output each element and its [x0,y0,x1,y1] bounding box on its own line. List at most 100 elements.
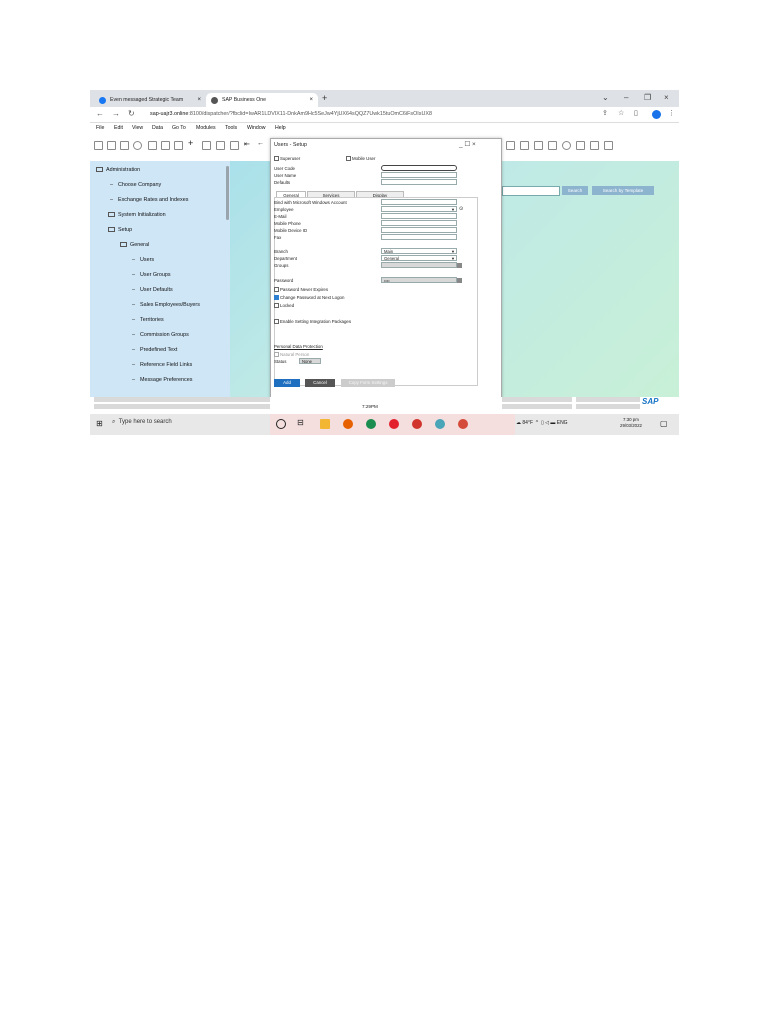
sidebar-item-system-initialization[interactable]: System Initialization [108,212,166,218]
form-settings-icon[interactable] [576,141,585,150]
sidebar-root[interactable]: Administration [96,167,140,173]
user-icon[interactable] [562,141,571,150]
first-record-icon[interactable]: ⇤ [244,140,253,149]
network-icon[interactable]: ▯ [541,420,544,426]
language-indicator[interactable]: ENG [557,420,568,426]
sidebar-item-message-preferences[interactable]: – Message Preferences [132,377,192,383]
mail-icon[interactable] [148,141,157,150]
scrollbar[interactable] [226,166,229,220]
sidebar-item-user-groups[interactable]: – User Groups [132,272,171,278]
sidebar-item-commission-groups[interactable]: – Commission Groups [132,332,189,338]
binoculars-icon[interactable] [216,141,225,150]
user-name-input[interactable] [381,172,457,178]
new-tab-button[interactable]: + [322,93,327,103]
mobile-user-checkbox[interactable] [346,156,351,161]
firefox-icon[interactable] [343,419,353,429]
sidepanel-icon[interactable]: ▯ [634,109,638,117]
sidebar-item-predefined-text[interactable]: – Predefined Text [132,347,177,353]
print-icon[interactable] [107,141,116,150]
mobile-phone-input[interactable] [381,220,457,226]
change-password-checkbox[interactable] [274,295,279,300]
previous-record-icon[interactable]: ← [257,140,266,149]
edge-icon[interactable] [366,419,376,429]
sidebar-item-user-defaults[interactable]: – User Defaults [132,287,173,293]
enable-setting-checkbox[interactable] [274,319,279,324]
url-input[interactable]: sap-uajr3.online:8100/dispatcher/?fbclid… [150,109,432,119]
settings-icon[interactable] [590,141,599,150]
browser-tab-active[interactable]: SAP Business One × [206,93,318,107]
help-icon[interactable] [604,141,613,150]
menu-window[interactable]: Window [247,125,265,131]
minimize-icon[interactable]: – [624,93,628,102]
department-select[interactable]: General ▼ [381,255,457,261]
user-code-input[interactable] [381,165,457,171]
weather-icon[interactable]: ☁ [516,420,521,426]
email-field[interactable] [381,213,457,219]
search-button[interactable]: Search [562,186,588,195]
volume-icon[interactable]: ◁ [545,420,549,426]
status-input[interactable]: None [299,358,321,364]
personal-data-link[interactable]: Personal Data Protection [274,344,323,349]
restore-icon[interactable]: ❐ [644,93,651,102]
excel-icon[interactable] [161,141,170,150]
taskbar-search[interactable]: ⌕ Type here to search [112,419,172,426]
add-icon[interactable]: + [188,138,197,148]
layout-icon[interactable] [506,141,515,150]
superuser-checkbox[interactable] [274,156,279,161]
avatar[interactable] [652,110,661,119]
sidebar-item-general[interactable]: General [120,242,149,248]
password-button[interactable] [457,278,462,283]
menu-help[interactable]: Help [275,125,286,131]
browser-icon[interactable] [133,141,142,150]
app-icon[interactable] [412,419,422,429]
menu-modules[interactable]: Modules [196,125,216,131]
mobile-device-input[interactable] [381,227,457,233]
sidebar-item-exchange-rates[interactable]: – Exchange Rates and Indexes [110,197,188,203]
find-icon[interactable] [202,141,211,150]
employee-select[interactable]: ▼ [381,206,457,212]
task-view-icon[interactable]: ⊟ [297,418,307,428]
locked-checkbox[interactable] [274,303,279,308]
natural-person-checkbox[interactable] [274,352,279,357]
star-icon[interactable]: ☆ [618,109,624,117]
sidebar-item-territories[interactable]: – Territories [132,317,164,323]
sidebar-item-setup[interactable]: Setup [108,227,132,233]
menu-edit[interactable]: Edit [114,125,123,131]
snip-icon[interactable] [435,419,445,429]
opera-icon[interactable] [389,419,399,429]
cortana-icon[interactable] [276,419,286,429]
menu-view[interactable]: View [132,125,143,131]
reload-icon[interactable]: ↻ [128,109,135,118]
search-by-template-button[interactable]: Search by Template [592,186,654,195]
more-icon[interactable]: ⋮ [668,109,675,117]
back-icon[interactable]: ← [96,109,104,118]
journal-icon[interactable] [548,141,557,150]
password-input[interactable]: •••• [381,277,457,283]
file-explorer-icon[interactable] [320,419,330,429]
word-icon[interactable] [174,141,183,150]
battery-icon[interactable]: ▬ [550,420,555,426]
link-arrow-icon[interactable]: ⊙ [459,206,463,212]
chrome-icon[interactable] [458,419,468,429]
defaults-input[interactable] [381,179,457,185]
filter-icon[interactable] [230,141,239,150]
forward-icon[interactable]: → [112,109,120,118]
target-doc-icon[interactable] [534,141,543,150]
groups-input[interactable] [381,262,457,268]
groups-browse-button[interactable] [457,263,462,268]
browser-tab[interactable]: Even messaged Strategic Team × [94,93,206,107]
copy-form-settings-button[interactable]: Copy Form Settings [341,379,395,387]
sidebar-item-users[interactable]: – Users [132,257,154,263]
sidebar-item-sales-employees[interactable]: – Sales Employees/Buyers [132,302,200,308]
fax-input[interactable] [381,234,457,240]
tray-chevron-icon[interactable]: ^ [536,420,538,426]
menu-file[interactable]: File [96,125,104,131]
menu-goto[interactable]: Go To [172,125,186,131]
close-icon[interactable]: × [309,97,313,103]
cancel-button[interactable]: Cancel [305,379,335,387]
notification-icon[interactable]: ▢ [660,419,668,428]
toolbar-icon[interactable] [94,141,103,150]
windows-start-icon[interactable]: ⊞ [96,419,103,428]
menu-data[interactable]: Data [152,125,163,131]
clock[interactable]: 7:30 pm 29/03/2022 [620,417,642,429]
